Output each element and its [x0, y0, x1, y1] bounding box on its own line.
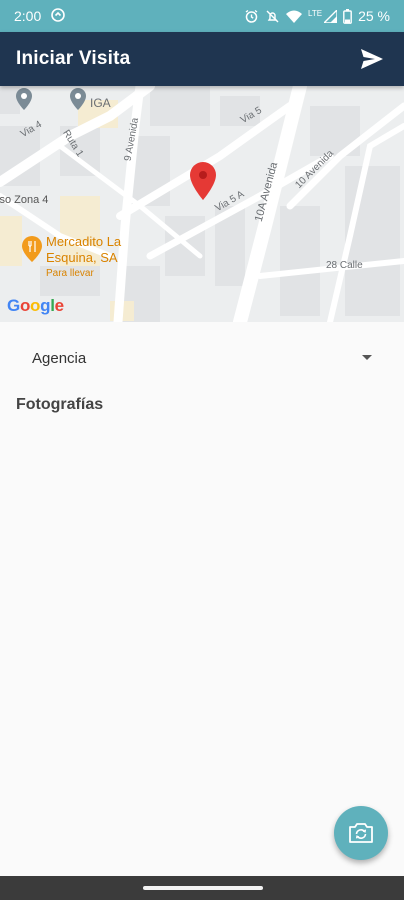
status-bar: 2:00 LTE 25 %: [0, 0, 404, 32]
home-gesture-handle[interactable]: [143, 886, 263, 890]
network-type: LTE: [308, 8, 323, 18]
agency-dropdown-value: Agencia: [32, 349, 87, 367]
page-title: Iniciar Visita: [16, 48, 131, 69]
send-button[interactable]: [356, 43, 388, 75]
battery-percent: 25 %: [358, 8, 390, 24]
mute-icon: [265, 9, 280, 24]
system-nav-bar: [0, 876, 404, 900]
poi-mercadito-line1: Mercadito La: [46, 234, 122, 249]
street-28-calle: 28 Calle: [326, 260, 363, 271]
status-time: 2:00: [14, 8, 42, 24]
battery-icon: [343, 8, 352, 24]
map-view[interactable]: IGA Via 4 Ruta 1 9 Avenida Via 5 Via 5 A…: [0, 86, 404, 322]
zone-label: Paso Zona 4: [0, 194, 49, 206]
take-photo-button[interactable]: [334, 806, 388, 860]
photos-section-title: Fotografías: [16, 396, 104, 413]
location-pin-icon[interactable]: [190, 162, 216, 205]
restaurant-icon: [22, 236, 42, 267]
poi-iga-icon: [70, 88, 86, 115]
send-icon: [361, 49, 383, 69]
poi-mercadito-sub: Para llevar: [46, 268, 94, 279]
wifi-icon: [286, 10, 302, 23]
poi-mercadito-line2: Esquina, SA: [46, 250, 118, 265]
alarm-icon: [244, 9, 259, 24]
dropdown-arrow-icon: [362, 355, 372, 360]
signal-icon: [324, 9, 338, 23]
poi-iga-label: IGA: [90, 96, 111, 110]
app-bar: Iniciar Visita: [0, 32, 404, 86]
camera-switch-icon: [349, 823, 373, 843]
google-logo: Google: [7, 296, 64, 315]
vpn-icon: [51, 7, 66, 25]
agency-dropdown[interactable]: Agencia: [16, 336, 388, 380]
poi-left-icon: [16, 88, 32, 115]
